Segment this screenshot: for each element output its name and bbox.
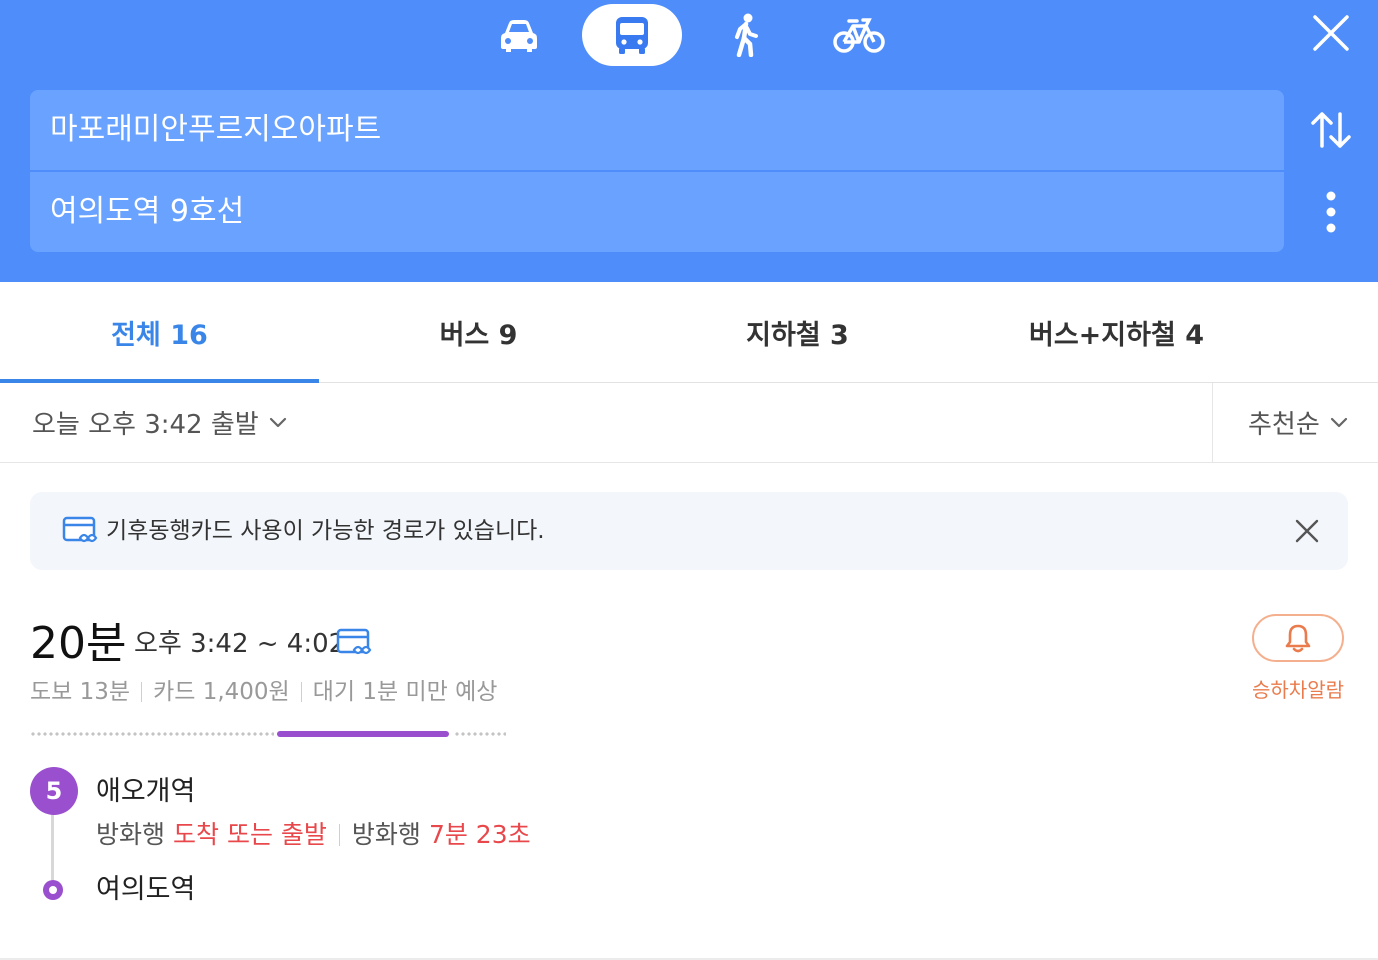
board-station[interactable]: 애오개역 [96,774,195,810]
departure-time-label: 오늘 오후 3:42 출발 [32,410,259,440]
route-search-header: 마포래미안푸르지오아파트 여의도역 9호선 [0,0,1378,282]
divider [338,824,340,846]
divider [300,682,302,702]
boarding-alarm-label[interactable]: 승하차알람 [1240,676,1356,704]
sort-label: 추천순 [1248,410,1320,440]
route-type-tabs: 전체 16 버스 9 지하철 3 버스+지하철 4 [0,282,1378,383]
close-icon [1313,15,1349,51]
fare: 카드 1,400원 [153,679,290,705]
route-details: 도보 13분 카드 1,400원 대기 1분 미만 예상 [30,676,497,708]
origin-input[interactable]: 마포래미안푸르지오아파트 [30,90,1284,170]
notice-close-button[interactable] [1292,516,1322,546]
more-options-button[interactable] [1310,186,1352,238]
arrival-status: 도착 또는 출발 [173,820,327,849]
tab-bus-subway[interactable]: 버스+지하철 4 [957,282,1276,382]
climate-card-icon [336,628,372,655]
arrival-status: 7분 23초 [428,820,531,849]
divider [141,682,143,702]
walk-segment [30,732,274,736]
mode-walk-tab[interactable] [716,4,776,66]
walk-time: 도보 13분 [30,679,131,705]
close-icon [1295,519,1319,543]
walk-icon [735,13,758,57]
alight-station[interactable]: 여의도역 [96,872,195,908]
mode-car-tab[interactable] [488,4,550,66]
sort-dropdown[interactable]: 추천순 [1248,383,1348,462]
chevron-down-icon [1330,417,1347,427]
filter-row: 오늘 오후 3:42 출발 추천순 [0,383,1378,463]
tab-subway[interactable]: 지하철 3 [638,282,957,382]
swap-button[interactable] [1306,104,1356,156]
close-button[interactable] [1306,8,1356,58]
bell-icon [1285,624,1311,653]
chevron-down-icon [269,417,286,427]
bus-icon [616,17,648,54]
route-duration: 20분 [30,618,127,669]
realtime-arrivals: 방화행 도착 또는 출발 방화행 7분 23초 [96,817,531,853]
departure-time-dropdown[interactable]: 오늘 오후 3:42 출발 [32,383,287,462]
swap-arrows-icon [1311,112,1351,148]
wait-time: 대기 1분 미만 예상 [312,679,498,705]
climate-card-icon [62,516,98,543]
arrival-direction: 방화행 [351,820,421,849]
mode-bus-tab[interactable] [582,4,682,66]
boarding-alarm-button[interactable] [1252,614,1344,662]
route-timeline-bar [30,731,506,737]
route-step-line [51,810,54,880]
notice-text: 기후동행카드 사용이 가능한 경로가 있습니다. [106,518,545,544]
mode-bike-tab[interactable] [826,4,892,66]
arrival-direction: 방화행 [96,820,166,849]
subway-segment [277,731,449,737]
tab-all[interactable]: 전체 16 [0,282,319,383]
alight-station-marker [43,880,63,900]
route-time-range: 오후 3:42 ~ 4:02 [134,629,346,659]
tab-bus[interactable]: 버스 9 [319,282,638,382]
destination-input[interactable]: 여의도역 9호선 [30,172,1284,252]
divider [1212,383,1213,462]
more-vertical-icon [1326,191,1336,233]
climate-card-notice[interactable]: 기후동행카드 사용이 가능한 경로가 있습니다. [30,492,1348,570]
bike-icon [833,18,885,53]
car-icon [501,20,537,52]
subway-line-badge: 5 [30,767,78,815]
walk-segment [454,732,506,736]
